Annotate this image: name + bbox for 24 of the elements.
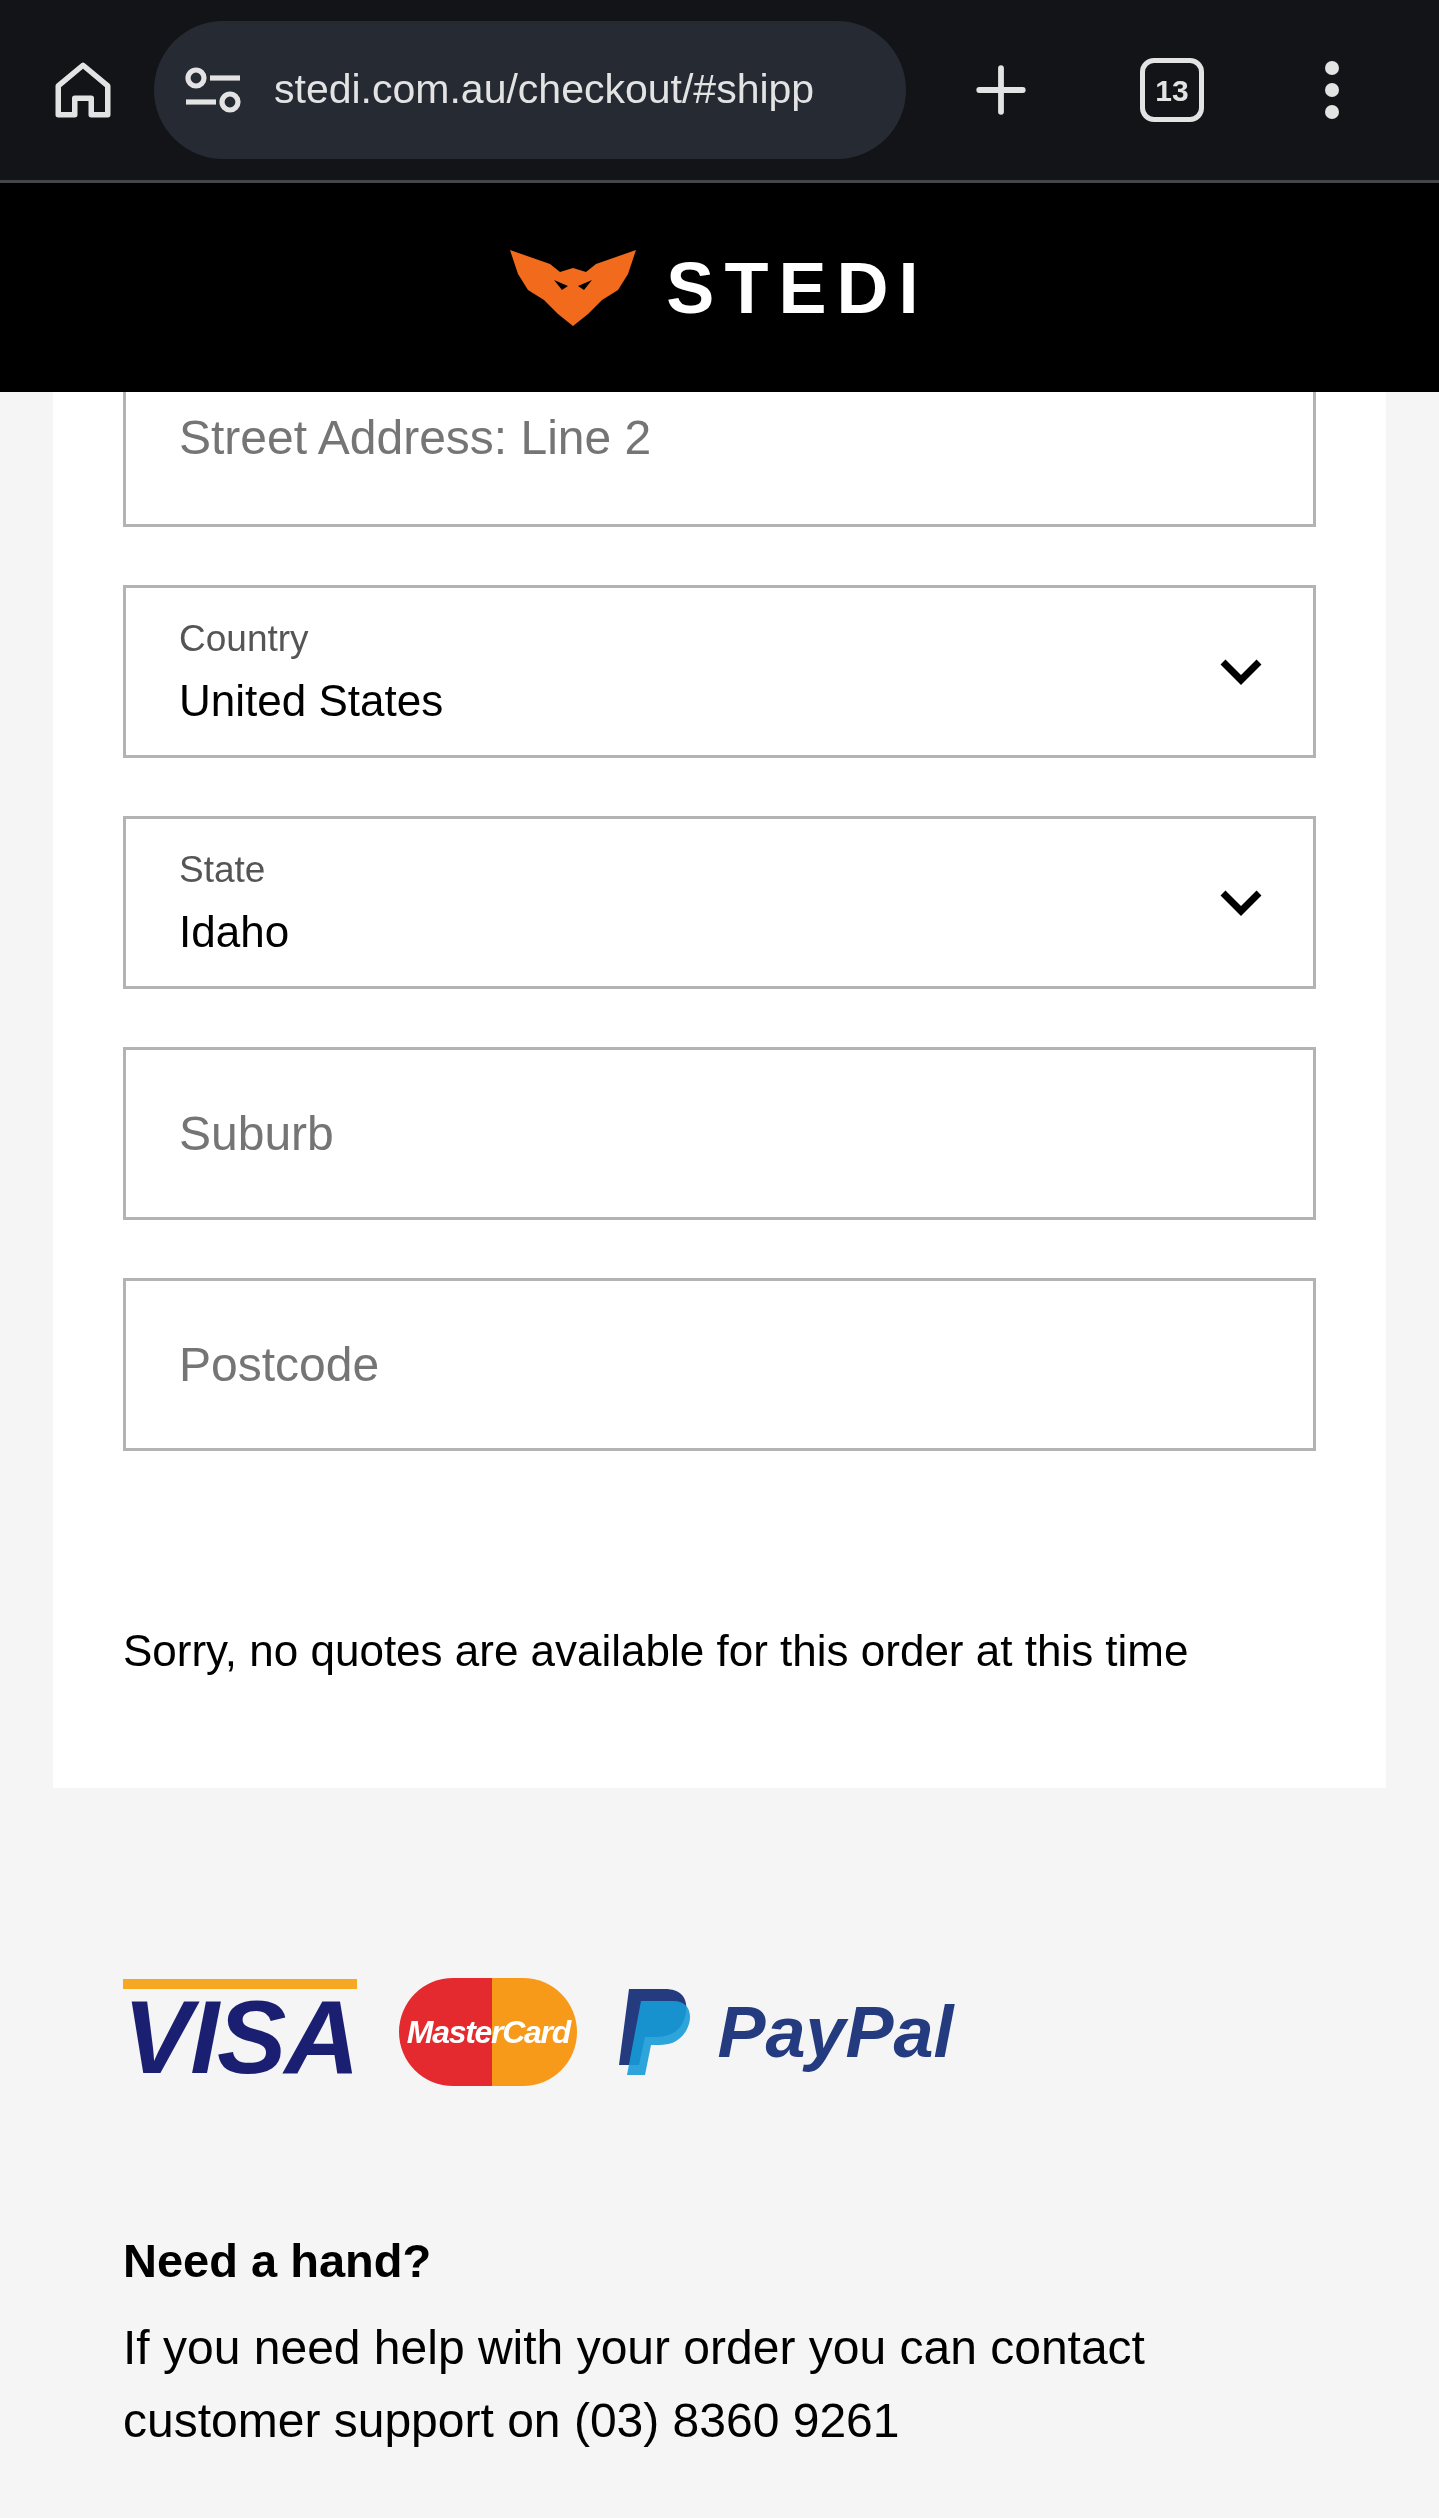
field-label: Country [179,620,310,657]
chevron-down-icon [1219,888,1263,917]
help-text: If you need help with your order you can contact customer support on (03) 8360 9261 [123,2319,1146,2449]
menu-icon[interactable] [1322,60,1342,120]
address-bar[interactable]: stedi.com.au/checkout/#shipp [154,21,906,159]
field-label: State [179,851,267,888]
field-value: Idaho [179,910,291,954]
select-field[interactable]: Country United States [123,585,1316,758]
paypal-logo: PayPal [619,1989,954,2075]
input-field[interactable]: Street Address: Line 2 [123,392,1316,527]
select-field[interactable]: State Idaho [123,816,1316,989]
help-heading: Need a hand? [122,2233,433,2289]
chevron-down-icon [1219,657,1263,686]
visa-logo: VISA [123,1979,358,2085]
mastercard-logo: MasterCard [399,1978,578,2086]
shipping-message: Sorry, no quotes are available for this order at this time [123,1629,1190,1673]
tab-count-button[interactable]: 13 [1140,58,1204,122]
paypal-p-icon [619,1989,692,2075]
input-field[interactable]: Postcode [123,1278,1316,1451]
field-value: United States [179,679,445,723]
input-field[interactable]: Suburb [123,1047,1316,1220]
logo-text: STEDI [666,251,929,324]
owl-logo-icon [510,249,637,326]
url-text: stedi.com.au/checkout/#shipp [274,65,815,115]
